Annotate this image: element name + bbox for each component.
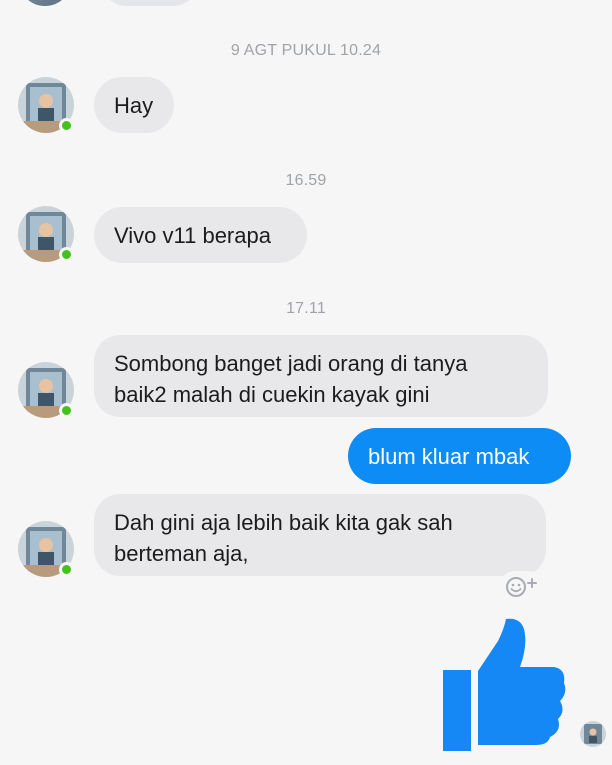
online-dot-icon	[59, 562, 74, 577]
avatar[interactable]	[18, 521, 74, 577]
avatar[interactable]	[18, 0, 72, 6]
online-dot-icon	[59, 247, 74, 262]
message-bubble[interactable]	[100, 0, 200, 6]
add-reaction-button[interactable]	[499, 571, 545, 603]
timestamp: 9 AGT PUKUL 10.24	[230, 42, 382, 59]
timestamp: 17.11	[286, 300, 326, 317]
seen-avatar-icon	[580, 721, 606, 747]
avatar[interactable]	[18, 77, 74, 133]
incoming-message-bubble[interactable]: Sombong banget jadi orang di tanya baik2…	[94, 335, 548, 417]
avatar[interactable]	[18, 362, 74, 418]
outgoing-message-bubble[interactable]: blum kluar mbak	[348, 428, 571, 484]
timestamp: 16.59	[285, 172, 327, 189]
like-sticker[interactable]	[440, 615, 570, 753]
incoming-message-bubble[interactable]: Hay	[94, 77, 174, 133]
avatar[interactable]	[18, 206, 74, 262]
chat-thread: 9 AGT PUKUL 10.24 Hay 16.59 Vivo v11 ber…	[0, 0, 612, 765]
incoming-message-bubble[interactable]: Dah gini aja lebih baik kita gak sah ber…	[94, 494, 546, 576]
smiley-plus-icon	[506, 577, 537, 597]
online-dot-icon	[59, 403, 74, 418]
thumbs-up-icon	[443, 618, 566, 751]
incoming-message-bubble[interactable]: Vivo v11 berapa	[94, 207, 307, 263]
online-dot-icon	[59, 118, 74, 133]
previous-message-fragment	[0, 0, 612, 8]
